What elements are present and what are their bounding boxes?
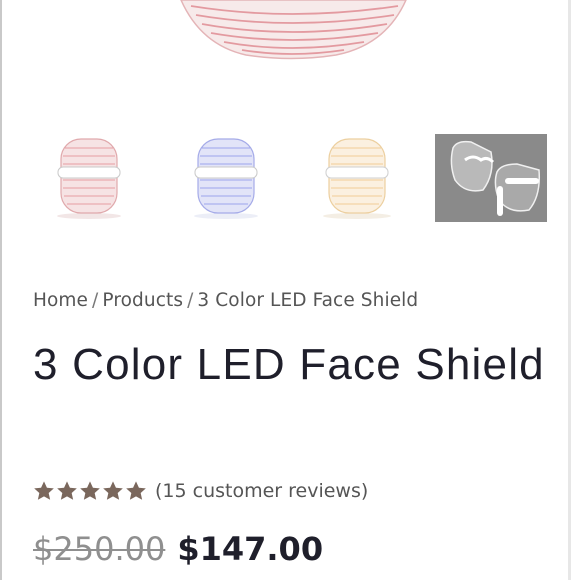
thumbnail-gallery [0,134,580,222]
star-icon [34,481,54,500]
star-icon [80,481,100,500]
page-left-edge [0,0,2,580]
star-icon [57,481,77,500]
star-icon [103,481,123,500]
product-title: 3 Color LED Face Shield [33,340,545,389]
breadcrumb-home-link[interactable]: Home [33,290,88,311]
original-price: $250.00 [33,530,166,568]
thumbnail-red-mask[interactable] [33,134,145,222]
page-right-edge [568,0,580,580]
breadcrumb: Home / Products/3 Color LED Face Shield [33,290,418,311]
main-product-image[interactable] [6,0,566,110]
thumbnail-blue-mask[interactable] [170,134,282,222]
product-price: $250.00 $147.00 [33,530,323,568]
breadcrumb-separator: / [187,290,194,311]
thumbnail-clear-shield[interactable] [435,134,547,222]
breadcrumb-separator: / [92,290,99,311]
star-icon [126,481,146,500]
sale-price: $147.00 [177,530,324,568]
breadcrumb-current: 3 Color LED Face Shield [197,290,419,311]
star-rating [33,480,147,502]
customer-reviews-link[interactable]: (15 customer reviews) [155,480,368,502]
breadcrumb-products-link[interactable]: Products [102,290,183,311]
thumbnail-amber-mask[interactable] [301,134,413,222]
product-rating: (15 customer reviews) [33,476,368,506]
red-led-mask-image [180,0,407,60]
